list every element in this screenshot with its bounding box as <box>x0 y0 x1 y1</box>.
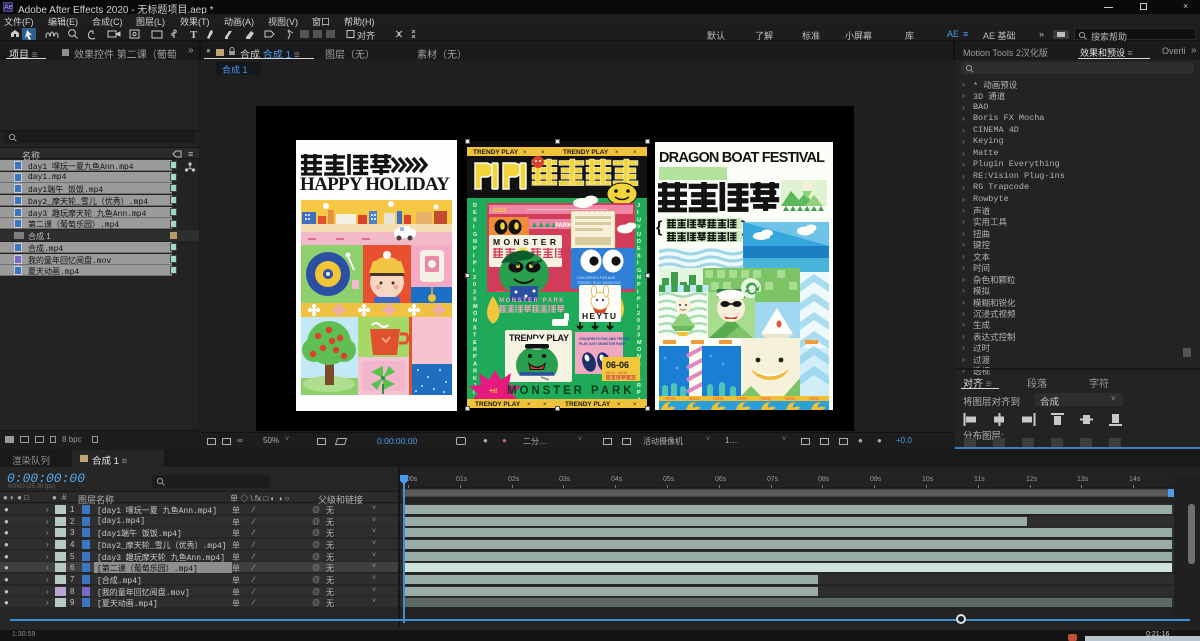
svg-text:0: 0 <box>473 282 476 288</box>
svg-text:N: N <box>637 275 641 281</box>
svg-text:J: J <box>637 203 640 209</box>
svg-text:R: R <box>473 369 477 375</box>
svg-text:D: D <box>473 203 477 209</box>
svg-text:MONSTER PARK: MONSTER PARK <box>499 298 565 304</box>
svg-text:×: × <box>541 150 545 156</box>
svg-text:R: R <box>637 383 641 389</box>
svg-text:HEYTU: HEYTU <box>582 311 616 321</box>
svg-text:S: S <box>473 217 477 223</box>
svg-text:06-06: 06-06 <box>606 360 629 370</box>
svg-text:×: × <box>617 402 621 408</box>
svg-text:D: D <box>637 239 641 245</box>
svg-text:E: E <box>473 210 477 216</box>
svg-text:TRENDY PLAY MONSTER: TRENDY PLAY MONSTER <box>577 281 621 285</box>
svg-text:T: T <box>190 29 198 41</box>
svg-text:×: × <box>523 150 527 156</box>
svg-text:U: U <box>637 232 641 238</box>
svg-text:U: U <box>637 217 641 223</box>
svg-text:06.01 - 06.06: 06.01 - 06.06 <box>606 371 627 375</box>
svg-text:+ı!: +ı! <box>489 388 497 395</box>
svg-text:3: 3 <box>473 297 476 303</box>
svg-text:×: × <box>615 150 619 156</box>
svg-text:MONSTER PARK: MONSTER PARK <box>507 385 633 397</box>
svg-text:P: P <box>637 282 641 288</box>
svg-text:DRAGON BOAT FESTIVAL: DRAGON BOAT FESTIVAL <box>659 150 825 166</box>
svg-text:G: G <box>473 232 477 238</box>
svg-text:P: P <box>473 261 477 267</box>
svg-text:S: S <box>473 325 477 331</box>
svg-text:S: S <box>637 253 641 259</box>
svg-text:2022: 2022 <box>493 208 507 214</box>
svg-text:2: 2 <box>637 325 640 331</box>
svg-text:P: P <box>637 297 641 303</box>
svg-text:0: 0 <box>637 318 640 324</box>
svg-text:N: N <box>473 239 477 245</box>
svg-text:K: K <box>473 376 477 382</box>
svg-text:N: N <box>473 318 477 324</box>
svg-text:TRENDY PLAY: TRENDY PLAY <box>475 401 521 408</box>
svg-text:P: P <box>473 246 477 252</box>
svg-text:2: 2 <box>637 311 640 317</box>
svg-text:A: A <box>473 361 477 367</box>
svg-text:2: 2 <box>473 289 476 295</box>
svg-text:TRENDY PLAY: TRENDY PLAY <box>565 401 611 408</box>
svg-text:CHILDREN’S FUN AND TRENDY: CHILDREN’S FUN AND TRENDY <box>579 337 631 341</box>
svg-text:M: M <box>473 304 478 310</box>
svg-text:TRENDY PLAY: TRENDY PLAY <box>563 149 609 156</box>
svg-text:E: E <box>473 340 477 346</box>
svg-text:×: × <box>543 402 547 408</box>
svg-text:PARK: PARK <box>555 223 572 229</box>
svg-text:×: × <box>633 150 637 156</box>
svg-text:O: O <box>473 311 478 317</box>
svg-text:Y: Y <box>637 225 641 231</box>
svg-text:2: 2 <box>473 275 476 281</box>
svg-text:* * *: * * * <box>497 289 504 294</box>
svg-text:P: P <box>637 390 641 396</box>
svg-text:×: × <box>527 402 531 408</box>
svg-text:E: E <box>637 246 641 252</box>
svg-text:HAPPY HOLIDAY: HAPPY HOLIDAY <box>300 174 450 195</box>
svg-text:CHILDREN’S FUN AND: CHILDREN’S FUN AND <box>577 276 616 280</box>
svg-text:P: P <box>473 354 477 360</box>
svg-text:TRENDY PLAY: TRENDY PLAY <box>473 149 519 156</box>
svg-text:PLAY JUST MONSTER PARK: PLAY JUST MONSTER PARK <box>579 342 626 346</box>
svg-text:R: R <box>473 347 477 353</box>
svg-text:{: { <box>656 219 662 236</box>
svg-text:×: × <box>633 402 637 408</box>
svg-text:3: 3 <box>637 333 640 339</box>
svg-text:G: G <box>637 268 641 274</box>
svg-text:MONSTER: MONSTER <box>493 237 557 247</box>
svg-text:M: M <box>637 340 642 346</box>
svg-text:O: O <box>637 347 642 353</box>
